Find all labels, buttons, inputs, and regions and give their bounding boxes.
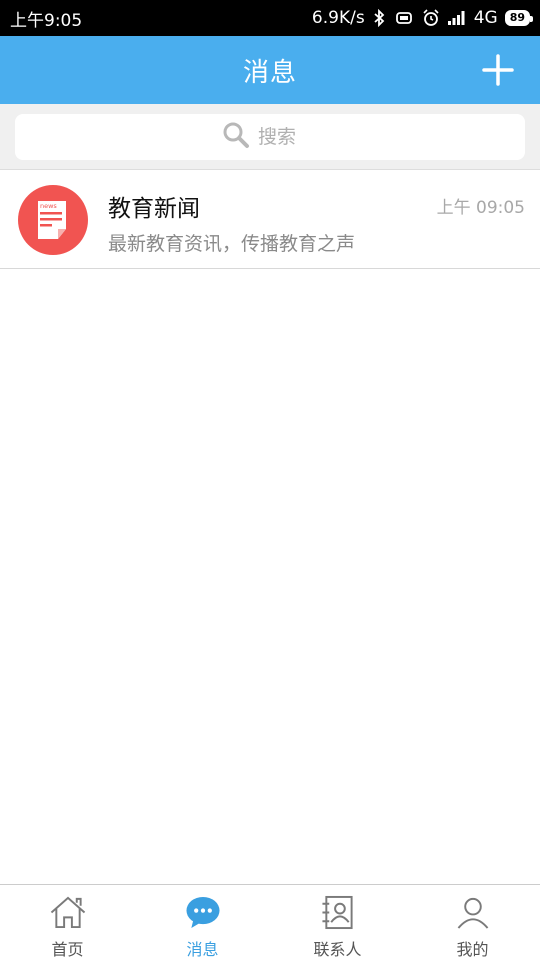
- contacts-icon: [321, 895, 353, 930]
- vibrate-icon: [393, 10, 415, 26]
- chat-bubble-icon: [185, 896, 220, 929]
- search-area: [0, 104, 540, 170]
- tab-label: 消息: [186, 940, 219, 959]
- message-time: 上午 09:05: [436, 198, 525, 218]
- bottom-tab-bar: 首页 消息 联系人 我的: [0, 884, 540, 960]
- tab-label: 首页: [51, 940, 84, 959]
- app-header: 消息: [0, 36, 540, 104]
- status-indicators: 6.9K/s 4G 89: [311, 8, 534, 28]
- tab-label: 我的: [456, 940, 489, 959]
- bluetooth-icon: [372, 9, 386, 27]
- tab-contacts[interactable]: 联系人: [270, 885, 405, 960]
- list-item[interactable]: news 教育新闻 上午 09:05 最新教育资讯，传播教育之声: [0, 171, 540, 269]
- person-icon: [457, 897, 488, 929]
- signal-icon: [447, 10, 467, 26]
- tab-home[interactable]: 首页: [0, 885, 135, 960]
- search-icon: [222, 121, 250, 154]
- home-icon: [50, 896, 85, 929]
- battery-indicator: 89: [504, 10, 534, 26]
- message-title: 教育新闻: [108, 196, 200, 222]
- status-time: 上午9:05: [10, 10, 83, 31]
- news-label: news: [40, 202, 57, 210]
- news-icon: news: [38, 201, 66, 239]
- add-button[interactable]: [480, 52, 516, 88]
- network-speed: 6.9K/s: [311, 8, 365, 28]
- plus-icon: [482, 54, 514, 86]
- tab-label: 联系人: [313, 940, 362, 959]
- status-bar: 上午9:05 6.9K/s 4G 89: [0, 0, 540, 36]
- message-list: news 教育新闻 上午 09:05 最新教育资讯，传播教育之声: [0, 171, 540, 269]
- news-avatar: news: [18, 185, 88, 255]
- search-box[interactable]: [15, 114, 525, 160]
- tab-mine[interactable]: 我的: [405, 885, 540, 960]
- page-title: 消息: [242, 57, 297, 88]
- message-preview: 最新教育资讯，传播教育之声: [108, 233, 356, 255]
- tab-messages[interactable]: 消息: [135, 885, 270, 960]
- search-input[interactable]: [258, 126, 318, 148]
- alarm-icon: [422, 9, 440, 27]
- network-type: 4G: [473, 8, 498, 28]
